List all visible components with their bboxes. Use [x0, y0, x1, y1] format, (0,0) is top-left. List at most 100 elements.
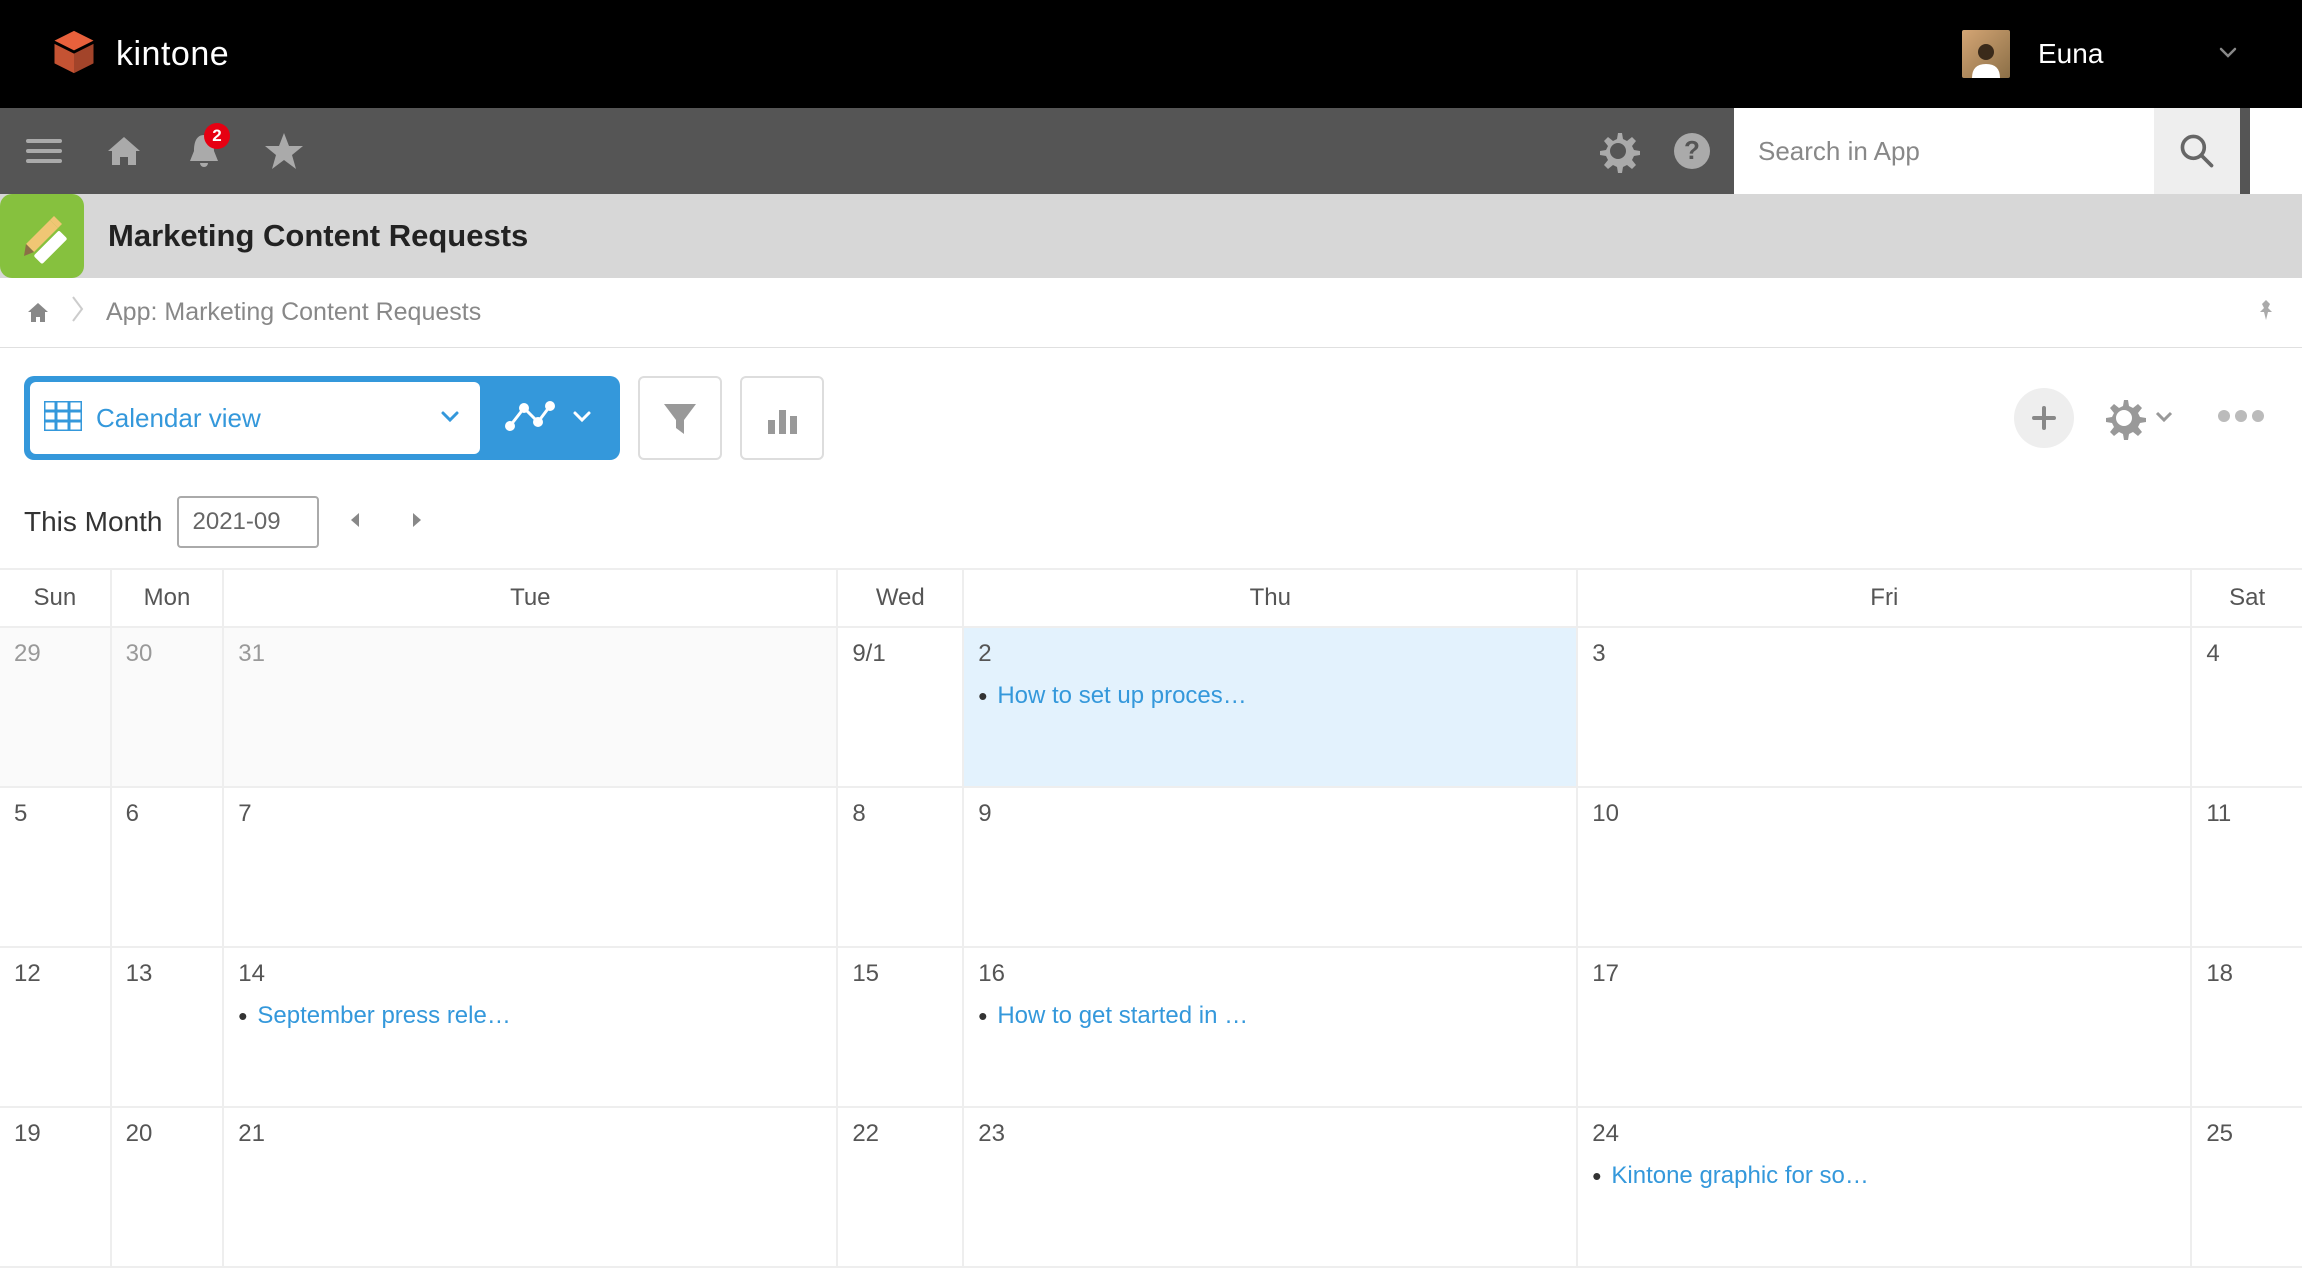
calendar-cell[interactable]: 12 — [0, 947, 111, 1107]
app-toolbar: 2 ? — [0, 108, 2302, 194]
event-link[interactable]: How to set up process … — [997, 682, 1257, 710]
user-menu[interactable]: Euna — [1940, 20, 2262, 88]
calendar-cell[interactable]: 29 — [0, 627, 111, 787]
next-month-button[interactable] — [393, 509, 439, 536]
bullet-icon: • — [238, 1002, 247, 1030]
day-number: 21 — [238, 1120, 822, 1148]
calendar-cell[interactable]: 21 — [223, 1107, 837, 1267]
month-navigation: This Month — [0, 488, 2302, 568]
menu-button[interactable] — [12, 121, 76, 181]
event-link[interactable]: September press relea… — [257, 1002, 517, 1030]
day-number: 8 — [852, 800, 948, 828]
calendar-cell[interactable]: 30 — [111, 627, 224, 787]
day-number: 15 — [852, 960, 948, 988]
calendar-cell[interactable]: 9/1 — [837, 627, 963, 787]
calendar-cell[interactable]: 7 — [223, 787, 837, 947]
calendar-cell[interactable]: 3 — [1577, 627, 2191, 787]
calendar-cell[interactable]: 16 • How to get started in K… — [963, 947, 1577, 1107]
day-number: 14 — [238, 960, 822, 988]
more-options-button[interactable] — [2204, 406, 2278, 431]
calendar-cell[interactable]: 10 — [1577, 787, 2191, 947]
view-selector-group: Calendar view — [24, 376, 620, 460]
username: Euna — [2038, 38, 2188, 70]
bullet-icon: • — [978, 1002, 987, 1030]
calendar-event[interactable]: • How to set up process … — [978, 682, 1562, 710]
calendar-cell[interactable]: 25 — [2191, 1107, 2302, 1267]
calendar-cell[interactable]: 18 — [2191, 947, 2302, 1107]
bullet-icon: • — [978, 682, 987, 710]
day-number: 7 — [238, 800, 822, 828]
view-selector-label: Calendar view — [96, 403, 424, 434]
filter-button[interactable] — [638, 376, 722, 460]
calendar-day-header: Fri — [1577, 569, 2191, 627]
calendar-event[interactable]: • September press relea… — [238, 1002, 822, 1030]
help-button[interactable]: ? — [1660, 121, 1724, 181]
calendar-event[interactable]: • Kintone graphic for soc… — [1592, 1162, 2176, 1190]
breadcrumb-home[interactable] — [14, 299, 62, 327]
home-button[interactable] — [92, 121, 156, 181]
calendar-cell[interactable]: 9 — [963, 787, 1577, 947]
calendar-cell[interactable]: 31 — [223, 627, 837, 787]
calendar-cell[interactable]: 20 — [111, 1107, 224, 1267]
day-number: 10 — [1592, 800, 2176, 828]
day-number: 9 — [978, 800, 1562, 828]
chevron-down-icon — [438, 404, 462, 433]
calendar-cell[interactable]: 15 — [837, 947, 963, 1107]
calendar-day-header: Tue — [223, 569, 837, 627]
calendar-cell[interactable]: 22 — [837, 1107, 963, 1267]
add-record-button[interactable] — [2014, 388, 2074, 448]
event-link[interactable]: Kintone graphic for soc… — [1611, 1162, 1871, 1190]
day-number: 22 — [852, 1120, 948, 1148]
calendar-cell[interactable]: 5 — [0, 787, 111, 947]
calendar-cell[interactable]: 8 — [837, 787, 963, 947]
graph-view-button[interactable] — [480, 382, 614, 454]
pin-button[interactable] — [2254, 298, 2278, 327]
view-settings-button[interactable] — [2092, 396, 2186, 440]
chevron-down-icon — [2216, 40, 2240, 69]
calendar-cell[interactable]: 4 — [2191, 627, 2302, 787]
day-number: 5 — [14, 800, 96, 828]
favorite-button[interactable] — [252, 121, 316, 181]
day-number: 18 — [2206, 960, 2288, 988]
brand-name: kintone — [116, 35, 229, 74]
calendar-cell[interactable]: 2 • How to set up process … — [963, 627, 1577, 787]
calendar-day-header: Mon — [111, 569, 224, 627]
day-number: 25 — [2206, 1120, 2288, 1148]
day-number: 12 — [14, 960, 96, 988]
month-input[interactable] — [177, 496, 319, 548]
day-number: 16 — [978, 960, 1562, 988]
month-nav-label: This Month — [24, 506, 163, 538]
day-number: 9/1 — [852, 640, 948, 668]
calendar-event[interactable]: • How to get started in K… — [978, 1002, 1562, 1030]
day-number: 6 — [126, 800, 209, 828]
settings-button[interactable] — [1586, 121, 1650, 181]
calendar-cell[interactable]: 14 • September press relea… — [223, 947, 837, 1107]
calendar-cell[interactable]: 19 — [0, 1107, 111, 1267]
search-button[interactable] — [2154, 108, 2240, 194]
day-number: 29 — [14, 640, 96, 668]
prev-month-button[interactable] — [333, 509, 379, 536]
list-view-icon — [44, 401, 82, 436]
calendar-cell[interactable]: 6 — [111, 787, 224, 947]
calendar-day-header: Sat — [2191, 569, 2302, 627]
chart-button[interactable] — [740, 376, 824, 460]
day-number: 24 — [1592, 1120, 2176, 1148]
day-number: 2 — [978, 640, 1562, 668]
calendar-cell[interactable]: 24 • Kintone graphic for soc… — [1577, 1107, 2191, 1267]
calendar-cell[interactable]: 17 — [1577, 947, 2191, 1107]
calendar-cell[interactable]: 11 — [2191, 787, 2302, 947]
chevron-down-icon — [570, 404, 594, 433]
notifications-button[interactable]: 2 — [172, 121, 236, 181]
avatar — [1962, 30, 2010, 78]
event-link[interactable]: How to get started in K… — [997, 1002, 1257, 1030]
day-number: 3 — [1592, 640, 2176, 668]
brand-logo[interactable]: kintone — [48, 26, 229, 83]
search-box — [1734, 108, 2240, 194]
bullet-icon: • — [1592, 1162, 1601, 1190]
day-number: 23 — [978, 1120, 1562, 1148]
view-selector[interactable]: Calendar view — [30, 382, 480, 454]
search-input[interactable] — [1734, 108, 2154, 194]
app-titlebar: Marketing Content Requests — [0, 194, 2302, 278]
calendar-cell[interactable]: 23 — [963, 1107, 1577, 1267]
calendar-cell[interactable]: 13 — [111, 947, 224, 1107]
